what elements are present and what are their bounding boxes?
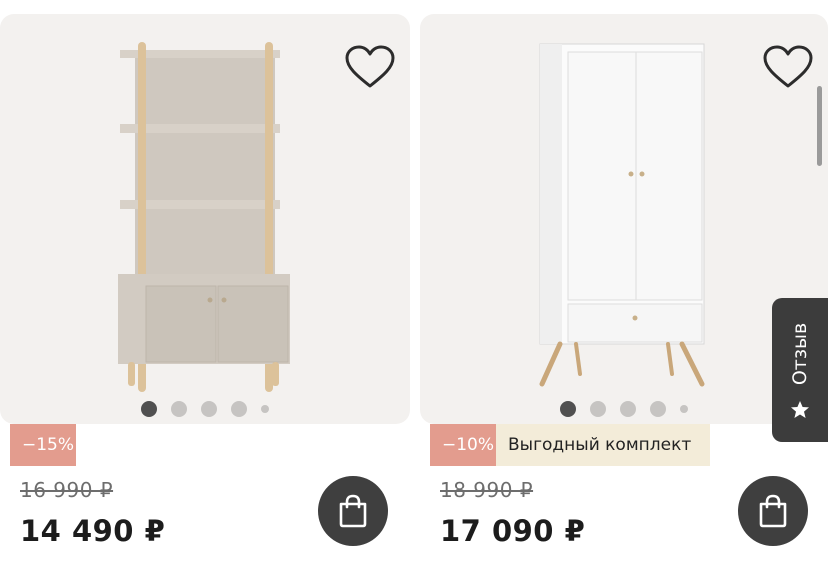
gallery-dot[interactable] [171, 401, 187, 417]
product-card-image[interactable] [0, 14, 410, 424]
shopping-bag-icon [339, 494, 367, 528]
gallery-dot-active[interactable] [560, 401, 576, 417]
add-to-cart-button[interactable] [318, 476, 388, 546]
scrollbar-thumb[interactable] [817, 86, 822, 166]
gallery-dot[interactable] [620, 401, 636, 417]
gallery-dot[interactable] [261, 405, 269, 413]
deal-badge: Выгодный комплект [496, 424, 710, 466]
discount-badge: −15% [10, 424, 76, 466]
gallery-pagination [420, 400, 828, 418]
shopping-bag-icon [759, 494, 787, 528]
gallery-dot[interactable] [590, 401, 606, 417]
gallery-dot-active[interactable] [141, 401, 157, 417]
favorite-heart-icon[interactable] [762, 44, 814, 90]
gallery-dot[interactable] [231, 401, 247, 417]
discount-badge: −10% [430, 424, 496, 466]
review-tab-label: Отзыв [789, 322, 811, 386]
gallery-pagination [0, 400, 410, 418]
gallery-dot[interactable] [680, 405, 688, 413]
product-card-image[interactable] [420, 14, 828, 424]
star-icon [791, 401, 809, 418]
old-price: 16 990 ₽ [20, 478, 114, 502]
add-to-cart-button[interactable] [738, 476, 808, 546]
old-price: 18 990 ₽ [440, 478, 534, 502]
review-feedback-tab[interactable]: Отзыв [772, 298, 828, 442]
gallery-dot[interactable] [650, 401, 666, 417]
favorite-heart-icon[interactable] [344, 44, 396, 90]
current-price: 17 090 ₽ [440, 514, 586, 548]
gallery-dot[interactable] [201, 401, 217, 417]
current-price: 14 490 ₽ [20, 514, 166, 548]
